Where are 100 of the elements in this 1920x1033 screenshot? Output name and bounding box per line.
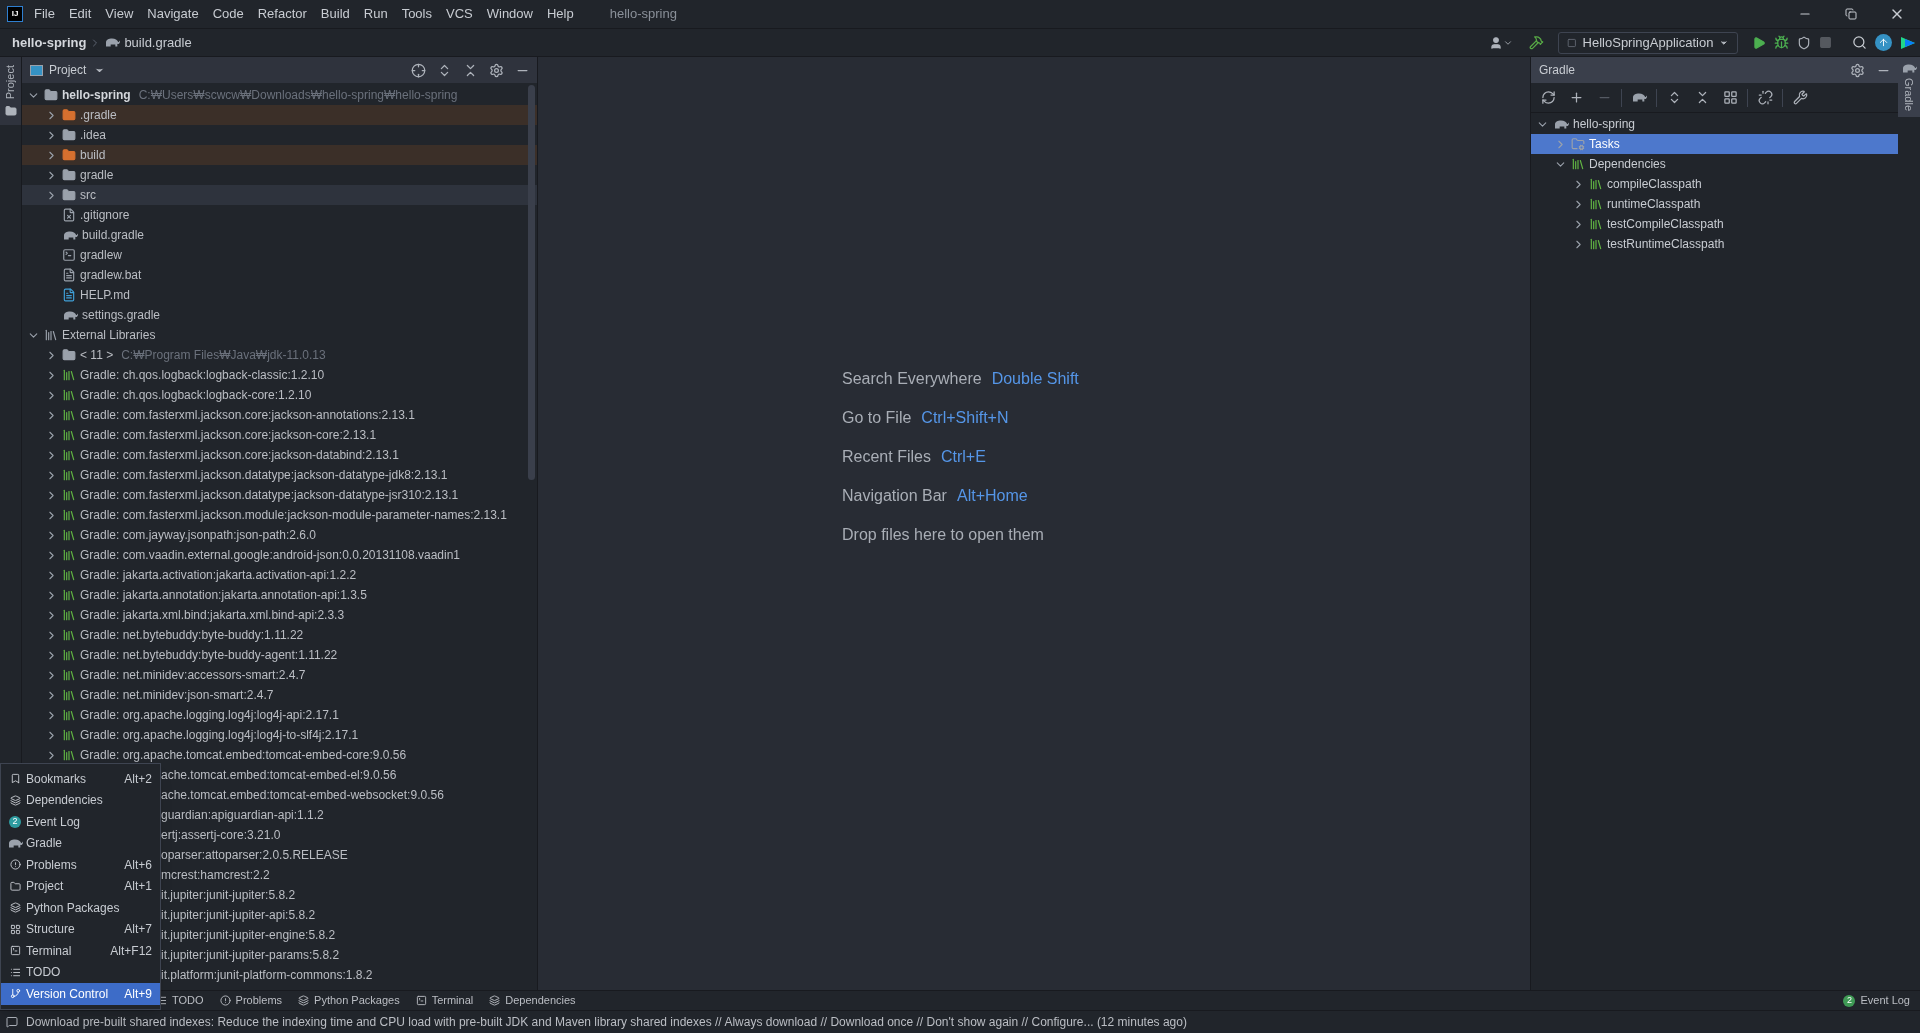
menu-item[interactable]: Refactor — [257, 4, 307, 24]
library-icon — [62, 368, 76, 382]
tree-item[interactable]: Dependencies — [1531, 154, 1898, 174]
tree-item[interactable]: it.jupiter:junit-jupiter-api:5.8.2 — [161, 905, 324, 925]
menu-item[interactable]: Edit — [68, 4, 92, 24]
toolbox-logo-icon[interactable] — [1900, 34, 1916, 51]
menu-item[interactable]: Version Control Alt+9 — [1, 983, 160, 1005]
panel-title-dropdown[interactable]: Project — [49, 61, 106, 79]
tree-item[interactable]: Gradle: net.bytebuddy:byte-buddy:1.11.22 — [22, 625, 537, 645]
tool-window-tab[interactable]: Problems — [219, 992, 283, 1009]
tree-item[interactable]: ache.tomcat.embed:tomcat-embed-el:9.0.56 — [161, 765, 405, 785]
menu-item[interactable]: Window — [486, 4, 533, 24]
tree-item[interactable]: Gradle: com.fasterxml.jackson.core:jackson-annotations:2.13.1 — [22, 405, 537, 425]
tree-item[interactable]: hello-spring — [1531, 114, 1898, 134]
run-config-dropdown[interactable]: HelloSpringApplication — [1558, 31, 1738, 54]
tree-item[interactable]: oparser:attoparser:2.0.5.RELEASE — [161, 845, 356, 865]
tree-item[interactable]: Gradle: com.vaadin.external.google:android-json:0.0.20131108.vaadin1 — [22, 545, 537, 565]
menu-item[interactable]: 2 Event Log — [1, 811, 160, 833]
gradle-tool-tab[interactable]: Gradle — [1898, 57, 1920, 118]
tree-item[interactable]: Gradle: com.fasterxml.jackson.core:jackson-core:2.13.1 — [22, 425, 537, 445]
tree-item[interactable]: .gradle — [22, 105, 537, 125]
elephant-icon — [1553, 118, 1569, 130]
tree-item[interactable]: hello-spring C:₩Users₩scwcw₩Downloads₩hello-spring₩hello-spring — [22, 85, 537, 105]
tree-item[interactable]: testCompileClasspath — [1531, 214, 1898, 234]
run-icon[interactable] — [1752, 35, 1766, 50]
tree-item[interactable]: Gradle: jakarta.activation:jakarta.activation-api:1.2.2 — [22, 565, 537, 585]
menu-item[interactable]: Problems Alt+6 — [1, 854, 160, 876]
tree-item[interactable]: .gitignore — [22, 205, 537, 225]
tree-item[interactable]: Gradle: org.apache.tomcat.embed:tomcat-embed-core:9.0.56 — [22, 745, 537, 765]
menu-item[interactable]: Gradle — [1, 832, 160, 854]
tree-item[interactable]: Tasks — [1531, 134, 1898, 154]
tree-item[interactable]: it.jupiter:junit-jupiter-params:5.8.2 — [161, 945, 348, 965]
search-icon[interactable] — [1852, 35, 1867, 50]
tree-item[interactable]: settings.gradle — [22, 305, 537, 325]
tree-item[interactable]: .idea — [22, 125, 537, 145]
app-logo[interactable]: IJ — [7, 6, 23, 22]
menu-item[interactable]: Terminal Alt+F12 — [1, 940, 160, 962]
tree-item[interactable]: External Libraries — [22, 325, 537, 345]
tree-item[interactable]: HELP.md — [22, 285, 537, 305]
menu-item[interactable]: Structure Alt+7 — [1, 918, 160, 940]
tree-item[interactable]: gradlew.bat — [22, 265, 537, 285]
tree-item[interactable]: build — [22, 145, 537, 165]
menu-item[interactable]: Tools — [401, 4, 432, 24]
menu-item[interactable]: Navigate — [147, 4, 199, 24]
tree-item[interactable]: build.gradle — [22, 225, 537, 245]
tree-item[interactable]: compileClasspath — [1531, 174, 1898, 194]
menu-item[interactable]: Run — [363, 4, 388, 24]
tree-item[interactable]: Gradle: jakarta.xml.bind:jakarta.xml.bind-api:2.3.3 — [22, 605, 537, 625]
tool-window-tab[interactable]: Dependencies — [489, 992, 576, 1009]
tree-item[interactable]: runtimeClasspath — [1531, 194, 1898, 214]
tree-item[interactable]: Gradle: net.minidev:accessors-smart:2.4.7 — [22, 665, 537, 685]
breadcrumb-item[interactable]: build.gradle — [124, 32, 192, 53]
library-icon — [62, 588, 76, 602]
user-menu-button[interactable] — [1489, 35, 1513, 50]
menu-item[interactable]: File — [34, 4, 55, 24]
tool-window-tab[interactable]: Python Packages — [298, 992, 400, 1009]
menu-item[interactable]: Project Alt+1 — [1, 875, 160, 897]
hammer-icon[interactable] — [1529, 35, 1544, 50]
tree-item[interactable]: Gradle: ch.qos.logback:logback-classic:1.2.10 — [22, 365, 537, 385]
shield-icon[interactable] — [1797, 35, 1811, 50]
tree-item[interactable]: Gradle: com.fasterxml.jackson.datatype:jackson-datatype-jdk8:2.13.1 — [22, 465, 537, 485]
tree-item[interactable]: it.jupiter:junit-jupiter:5.8.2 — [161, 885, 304, 905]
tree-item[interactable]: guardian:apiguardian-api:1.1.2 — [161, 805, 332, 825]
status-message[interactable]: Download pre-built shared indexes: Reduce the indexing time and CPU load with pre-built JDK and Maven library shared indexes // Always download // Download once // Don't show again // Configure... (12 minutes ago) — [26, 1013, 1187, 1031]
tree-item[interactable]: Gradle: jakarta.annotation:jakarta.annotation-api:1.3.5 — [22, 585, 537, 605]
menu-item[interactable]: Python Packages — [1, 897, 160, 919]
menu-item[interactable]: Bookmarks Alt+2 — [1, 768, 160, 790]
menu-item[interactable]: TODO — [1, 961, 160, 983]
tree-item[interactable]: Gradle: org.apache.logging.log4j:log4j-to-slf4j:2.17.1 — [22, 725, 537, 745]
tree-item[interactable]: ache.tomcat.embed:tomcat-embed-websocket:9.0.56 — [161, 785, 452, 805]
tree-item[interactable]: Gradle: org.apache.logging.log4j:log4j-api:2.17.1 — [22, 705, 537, 725]
tree-item[interactable]: gradlew — [22, 245, 537, 265]
tree-item[interactable]: Gradle: com.jayway.jsonpath:json-path:2.6.0 — [22, 525, 537, 545]
tree-item[interactable]: Gradle: net.minidev:json-smart:2.4.7 — [22, 685, 537, 705]
tree-item[interactable]: it.jupiter:junit-jupiter-engine:5.8.2 — [161, 925, 344, 945]
tree-item[interactable]: mcrest:hamcrest:2.2 — [161, 865, 278, 885]
tree-item[interactable]: Gradle: com.fasterxml.jackson.module:jackson-module-parameter-names:2.13.1 — [22, 505, 537, 525]
menu-item[interactable]: Dependencies — [1, 789, 160, 811]
tree-item[interactable]: testRuntimeClasspath — [1531, 234, 1898, 254]
bug-icon[interactable] — [1774, 35, 1789, 50]
event-log-tab[interactable]: 2 Event Log — [1843, 992, 1910, 1009]
tree-item[interactable]: it.platform:junit-platform-commons:1.8.2 — [161, 965, 381, 985]
tree-item[interactable]: ertj:assertj-core:3.21.0 — [161, 825, 289, 845]
menu-item[interactable]: Help — [546, 4, 574, 24]
project-tool-tab[interactable]: Project — [0, 57, 21, 126]
tree-item[interactable]: Gradle: com.fasterxml.jackson.core:jackson-databind:2.13.1 — [22, 445, 537, 465]
tree-item[interactable]: Gradle: ch.qos.logback:logback-core:1.2.10 — [22, 385, 537, 405]
menu-item[interactable]: Code — [212, 4, 244, 24]
menu-item[interactable]: View — [105, 4, 134, 24]
menu-item[interactable]: Build — [320, 4, 350, 24]
tree-item[interactable]: gradle — [22, 165, 537, 185]
tree-item[interactable]: src — [22, 185, 537, 205]
tree-item[interactable]: Gradle: com.fasterxml.jackson.datatype:jackson-datatype-jsr310:2.13.1 — [22, 485, 537, 505]
scrollbar[interactable] — [528, 85, 535, 480]
menu-item[interactable]: VCS — [446, 4, 473, 24]
tool-window-tab[interactable]: Terminal — [415, 992, 474, 1009]
tree-item[interactable]: Gradle: net.bytebuddy:byte-buddy-agent:1.11.22 — [22, 645, 537, 665]
tree-item[interactable]: < 11 > C:₩Program Files₩Java₩jdk-11.0.13 — [22, 345, 537, 365]
breadcrumb-item[interactable]: hello-spring — [12, 32, 87, 53]
update-icon[interactable] — [1875, 34, 1892, 51]
